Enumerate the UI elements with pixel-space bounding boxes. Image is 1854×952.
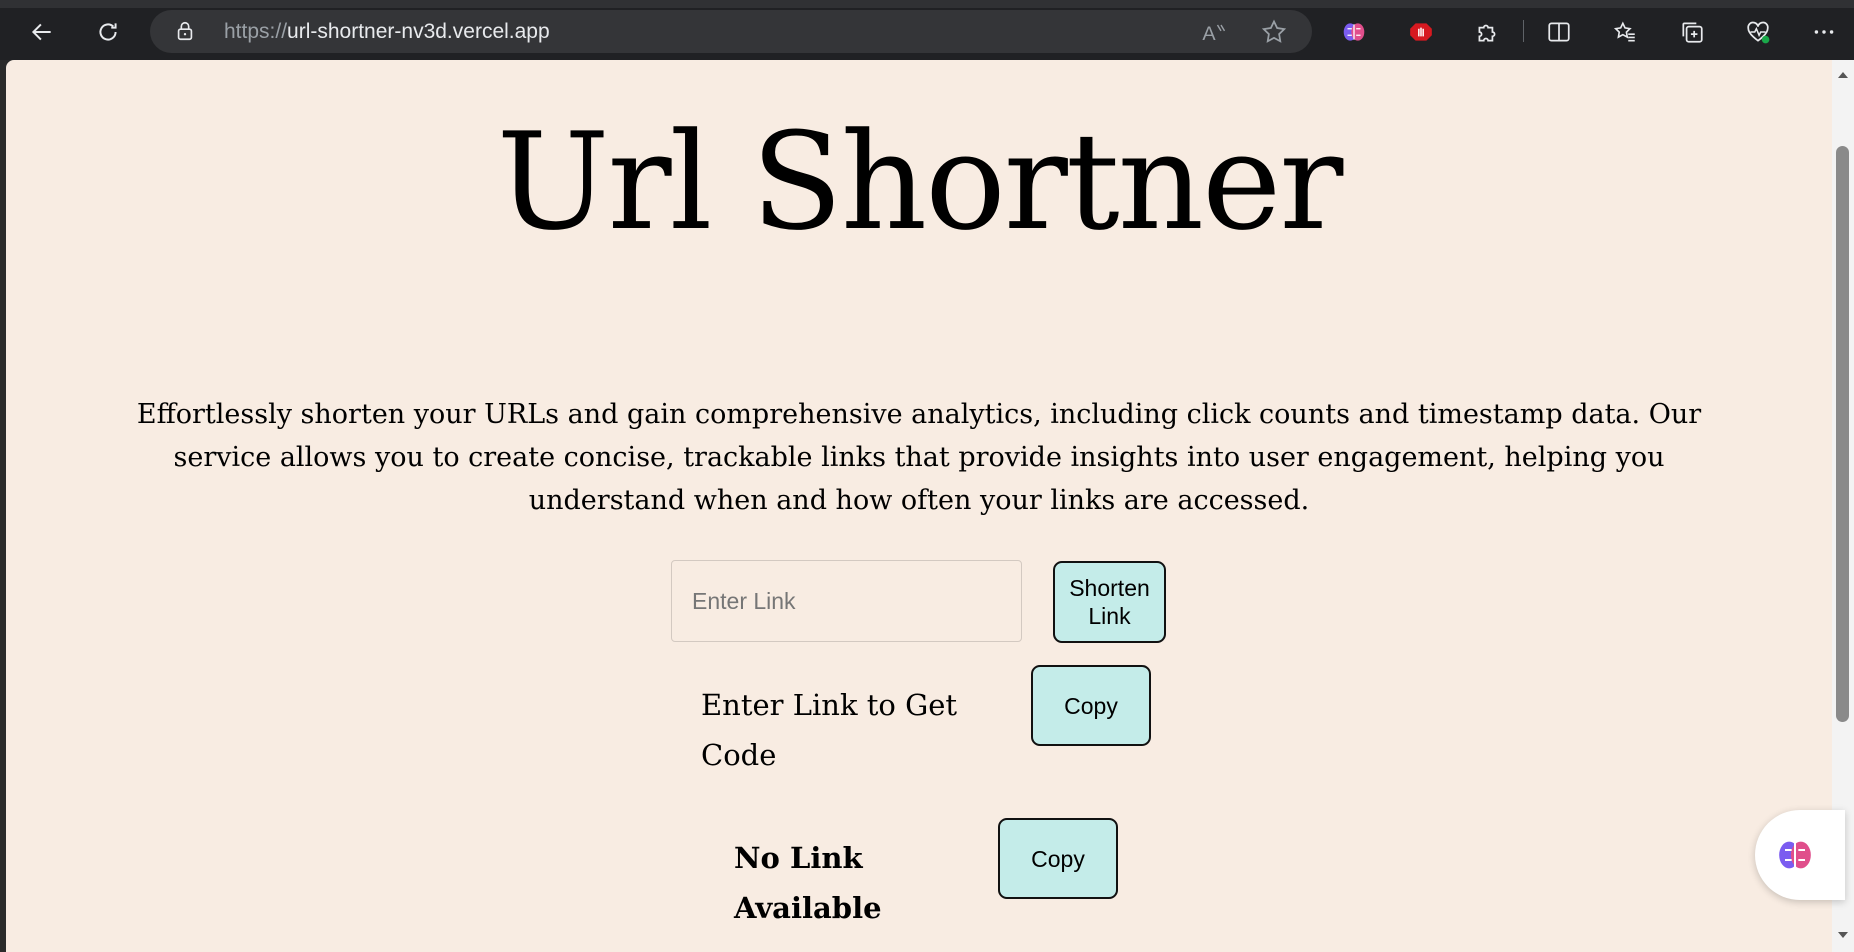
split-screen-icon[interactable] — [1539, 12, 1579, 52]
url-scheme: https:// — [224, 20, 288, 43]
lock-icon[interactable] — [174, 20, 196, 42]
url-text[interactable]: https://url-shortner-nv3d.vercel.app — [224, 20, 550, 44]
address-bar[interactable]: https://url-shortner-nv3d.vercel.app A — [150, 10, 1312, 53]
toolbar-divider — [1523, 20, 1524, 42]
svg-text:A: A — [1202, 23, 1216, 45]
floating-assistant-button[interactable] — [1755, 810, 1845, 900]
shorten-link-button[interactable]: Shorten Link — [1053, 561, 1166, 643]
page-viewport: Url Shortner Effortlessly shorten your U… — [6, 60, 1832, 952]
scroll-down-arrow-icon[interactable] — [1836, 928, 1850, 942]
read-aloud-icon[interactable]: A — [1200, 18, 1228, 46]
scrollbar-thumb[interactable] — [1836, 146, 1849, 722]
copy-link-button[interactable]: Copy — [998, 818, 1118, 899]
short-link-label: No Link Available — [734, 841, 882, 925]
extensions-puzzle-icon[interactable] — [1467, 12, 1507, 52]
scroll-up-arrow-icon[interactable] — [1836, 68, 1850, 82]
back-icon[interactable] — [22, 12, 62, 52]
tab-strip — [0, 0, 1854, 8]
browser-toolbar: https://url-shortner-nv3d.vercel.app A — [0, 0, 1854, 60]
brain-assistant-icon — [1779, 841, 1811, 869]
more-options-icon[interactable] — [1804, 12, 1844, 52]
page-description: Effortlessly shorten your URLs and gain … — [136, 399, 1702, 516]
link-input[interactable] — [671, 560, 1022, 642]
browser-essentials-heart-icon[interactable] — [1738, 12, 1778, 52]
favorites-icon[interactable] — [1605, 12, 1645, 52]
collections-icon[interactable] — [1672, 12, 1712, 52]
stop-hand-icon[interactable] — [1401, 12, 1441, 52]
refresh-icon[interactable] — [88, 12, 128, 52]
copy-code-button[interactable]: Copy — [1031, 665, 1151, 746]
short-code-label: Enter Link to Get Code — [701, 688, 958, 772]
brain-extension-icon[interactable] — [1334, 12, 1374, 52]
url-host: url-shortner-nv3d.vercel.app — [287, 20, 550, 43]
favorite-star-icon[interactable] — [1260, 18, 1288, 46]
page-title: Url Shortner — [496, 104, 1344, 260]
